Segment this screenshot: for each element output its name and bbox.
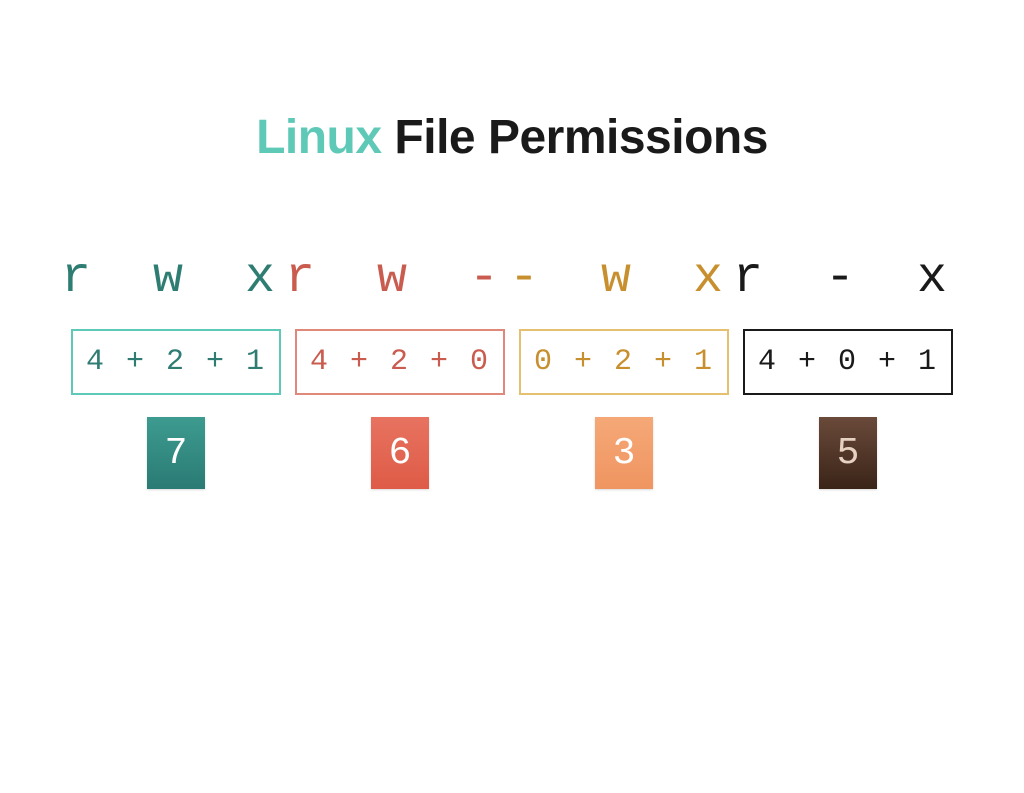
calculation-box: 4 + 0 + 1 [743, 329, 953, 395]
title-accent: Linux [256, 111, 382, 164]
calculation-box: 0 + 2 + 1 [519, 329, 729, 395]
calculation-box: 4 + 2 + 1 [71, 329, 281, 395]
permission-groups: r w x 4 + 2 + 1 7 r w - 4 + 2 + 0 6 - w … [0, 250, 1024, 489]
result-badge: 5 [819, 417, 877, 489]
permission-group-rwx: r w x 4 + 2 + 1 7 [71, 250, 281, 489]
permission-group-wx: - w x 0 + 2 + 1 3 [519, 250, 729, 489]
permission-group-rw: r w - 4 + 2 + 0 6 [295, 250, 505, 489]
permission-symbols: r w x [61, 250, 291, 307]
result-badge: 3 [595, 417, 653, 489]
permission-group-rx: r - x 4 + 0 + 1 5 [743, 250, 953, 489]
page-title: Linux File Permissions [0, 110, 1024, 165]
calculation-box: 4 + 2 + 0 [295, 329, 505, 395]
result-badge: 7 [147, 417, 205, 489]
permission-symbols: r - x [733, 250, 963, 307]
result-badge: 6 [371, 417, 429, 489]
title-main: File Permissions [394, 111, 768, 164]
permission-symbols: - w x [509, 250, 739, 307]
permission-symbols: r w - [285, 250, 515, 307]
